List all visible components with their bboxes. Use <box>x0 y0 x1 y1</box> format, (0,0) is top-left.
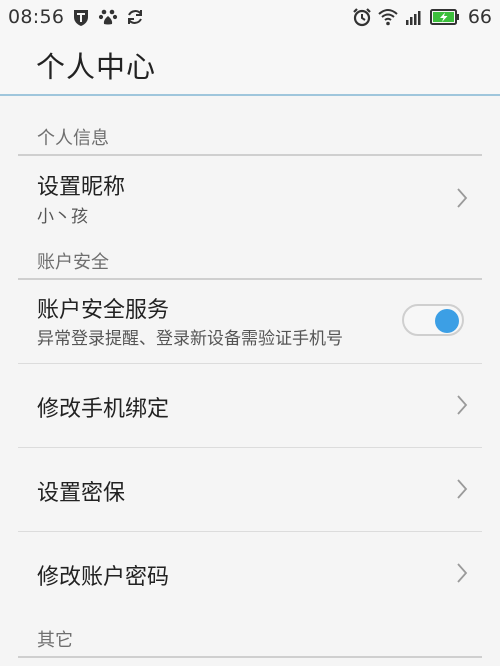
change-phone-title: 修改手机绑定 <box>37 397 170 422</box>
sync-icon <box>125 7 145 27</box>
wifi-icon <box>378 7 398 27</box>
nickname-value: 小丶孩 <box>37 207 88 227</box>
section-header-account-security: 账户安全 <box>18 238 482 280</box>
security-service-title: 账户安全服务 <box>37 298 170 323</box>
toggle-knob <box>435 309 459 333</box>
battery-level: 66 <box>467 6 492 28</box>
chevron-right-icon <box>456 562 468 584</box>
set-security-row[interactable]: 设置密保 <box>18 448 482 532</box>
alarm-icon <box>352 7 372 27</box>
section-label: 其它 <box>37 630 73 651</box>
section-header-personal-info: 个人信息 <box>18 114 482 156</box>
security-service-subtitle: 异常登录提醒、登录新设备需验证手机号 <box>37 329 343 349</box>
status-bar: 08:56 66 <box>0 0 500 34</box>
page-title: 个人中心 <box>36 50 157 84</box>
status-time: 08:56 <box>8 6 65 28</box>
signal-icon <box>404 7 424 27</box>
battery-charging-icon <box>429 7 460 27</box>
nickname-title: 设置昵称 <box>37 175 126 200</box>
status-bar-left: 08:56 <box>8 5 145 29</box>
paw-icon <box>98 7 118 27</box>
chevron-right-icon <box>456 394 468 416</box>
change-password-title: 修改账户密码 <box>37 565 170 590</box>
nickname-row[interactable]: 设置昵称 小丶孩 <box>18 156 482 238</box>
section-header-other: 其它 <box>18 616 482 658</box>
chevron-right-icon <box>456 187 468 209</box>
status-bar-right: 66 <box>346 5 492 29</box>
shield-t-icon <box>71 7 91 27</box>
set-security-title: 设置密保 <box>37 481 126 506</box>
security-service-row[interactable]: 账户安全服务 异常登录提醒、登录新设备需验证手机号 <box>18 280 482 364</box>
section-label: 个人信息 <box>37 128 109 149</box>
change-phone-row[interactable]: 修改手机绑定 <box>18 364 482 448</box>
security-service-toggle[interactable] <box>402 304 464 336</box>
chevron-right-icon <box>456 478 468 500</box>
change-password-row[interactable]: 修改账户密码 <box>18 532 482 614</box>
section-label: 账户安全 <box>37 252 109 273</box>
header: 个人中心 <box>0 34 500 96</box>
